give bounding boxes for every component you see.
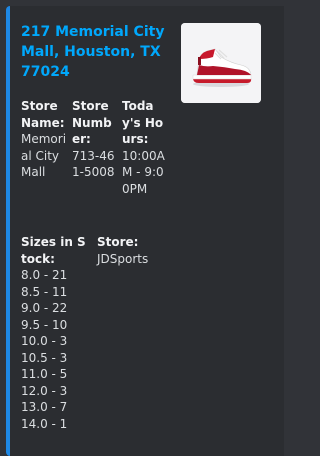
field-todays-hours-label: Today's Hours: [122,99,164,146]
field-store: Store: JDSports [97,234,187,267]
field-store-number: Store Number: 713-461-5008 [72,98,116,181]
field-sizes-label: Sizes in Stock: [21,235,86,266]
embed-accent-bar [6,6,10,456]
size-item: 11.0 - 5 [21,367,68,381]
size-item: 8.5 - 11 [21,284,68,299]
size-item: 13.0 - 7 [21,400,68,414]
field-store-number-value: 713-461-5008 [72,148,115,180]
field-store-number-label: Store Number: [72,99,112,146]
size-item: 8.0 - 21 [21,268,68,282]
field-store-name-value: Memorial City Mall [21,132,67,179]
field-store-label: Store: [97,235,139,249]
embed-title-link[interactable]: 217 Memorial City Mall, Houston, TX 7702… [21,22,181,82]
size-item: 10.0 - 3 [21,334,68,348]
field-todays-hours-value: 10:00AM - 9:00PM [122,148,165,196]
size-item: 12.0 - 3 [21,383,68,398]
size-item: 9.5 - 10 [21,317,68,332]
sneaker-thumbnail-image[interactable] [181,23,261,103]
field-todays-hours: Today's Hours: 10:00AM - 9:00PM [122,98,168,197]
sizes-list: 8.0 - 21 8.5 - 11 9.0 - 22 9.5 - 10 10.0… [21,267,91,432]
message-embed: 217 Memorial City Mall, Houston, TX 7702… [6,6,284,456]
field-sizes-in-stock: Sizes in Stock: 8.0 - 21 8.5 - 11 9.0 - … [21,234,91,432]
field-store-value: JDSports [97,251,149,266]
size-item: 10.5 - 3 [21,350,68,365]
field-store-name: Store Name: Memorial City Mall [21,98,67,181]
size-item: 14.0 - 1 [21,416,68,431]
size-item: 9.0 - 22 [21,301,68,315]
sneaker-icon [181,23,261,103]
field-store-name-label: Store Name: [21,99,65,130]
